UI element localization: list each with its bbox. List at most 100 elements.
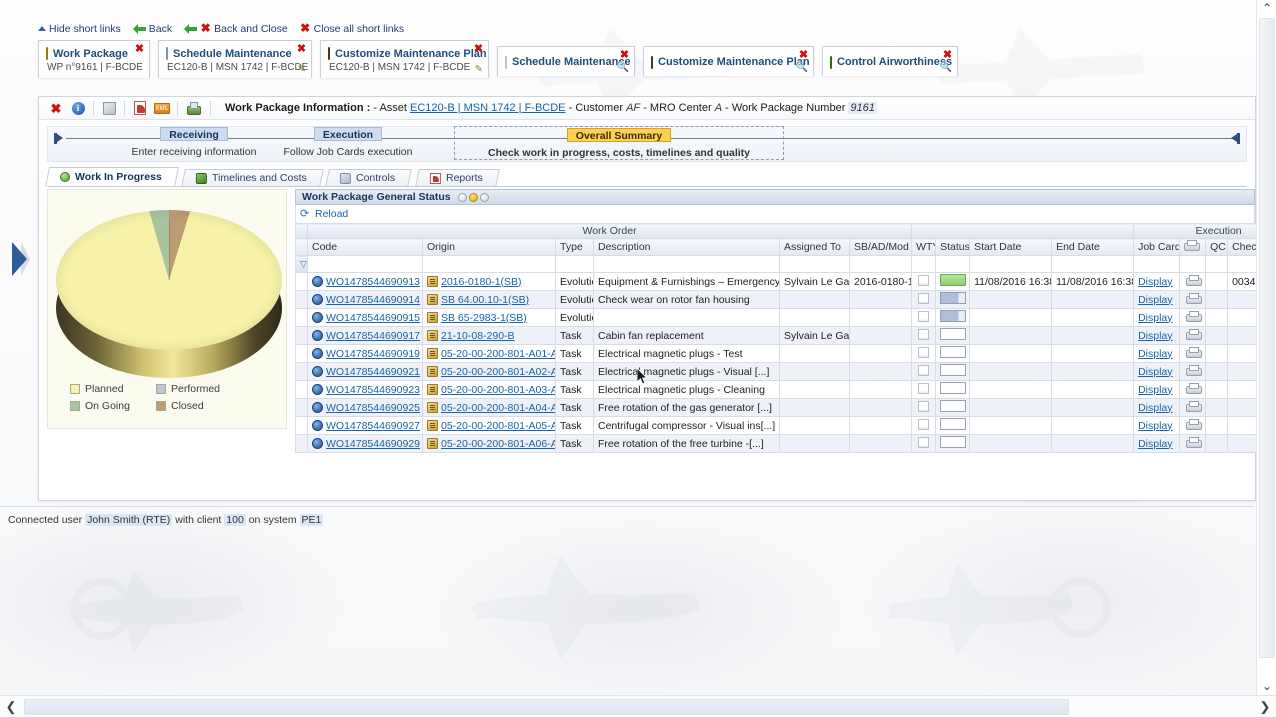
cell-code[interactable]: WO1478544690919 [307, 344, 423, 363]
tab-close-icon[interactable]: ✖ [619, 50, 630, 61]
filter-toggle[interactable]: ▽ [295, 255, 308, 273]
col-sb-ad-mod[interactable]: SB/AD/Mod [848, 238, 913, 256]
col-qc[interactable]: QC [1205, 238, 1229, 256]
work-order-code-link[interactable]: WO1478544690919 [326, 348, 420, 360]
cell-code[interactable]: WO1478544690915 [307, 308, 423, 327]
vertical-scrollbar[interactable]: ⌃ ⌄ [1256, 0, 1276, 695]
tab-search-icon[interactable]: 🔍 [796, 62, 808, 73]
display-link[interactable]: Display [1138, 366, 1172, 378]
cell-wty[interactable] [911, 308, 937, 327]
wty-checkbox[interactable] [918, 418, 930, 430]
print-icon[interactable] [1185, 418, 1202, 430]
export-xml-button[interactable]: XML [151, 99, 173, 118]
filter-print[interactable] [1179, 255, 1207, 273]
cell-wty[interactable] [911, 416, 937, 435]
tab-edit-icon[interactable]: ✎ [475, 64, 483, 75]
col-job-card[interactable]: Job Card [1133, 238, 1181, 256]
col-print[interactable] [1179, 238, 1207, 256]
filter-sb-ad-mod[interactable] [848, 255, 913, 273]
cell-origin[interactable]: 21-10-08-290-B [422, 326, 556, 345]
table-row[interactable]: WO1478544690919 05-20-00-200-801-A01-A01 T… [295, 344, 1276, 363]
cell-print[interactable] [1179, 362, 1207, 381]
filter-status[interactable] [935, 255, 971, 273]
scroll-left-button[interactable]: ❮ [0, 696, 22, 717]
origin-link[interactable]: SB 64.00.10-1(SB) [441, 294, 529, 306]
display-link[interactable]: Display [1138, 330, 1172, 342]
wty-checkbox[interactable] [918, 436, 930, 448]
work-order-code-link[interactable]: WO1478544690927 [326, 420, 420, 432]
cell-code[interactable]: WO1478544690925 [307, 398, 423, 417]
cell-job-card[interactable]: Display [1133, 416, 1181, 435]
tab-customize-maintenance-plan-2[interactable]: Customize Maintenance Plan ✖ 🔍 [643, 46, 814, 76]
cell-code[interactable]: WO1478544690917 [307, 326, 423, 345]
tab-customize-maintenance-plan-1[interactable]: Customize Maintenance Plan EC120-B | MSN… [320, 40, 489, 78]
table-row[interactable]: WO1478544690917 21-10-08-290-B Task Cabin f… [295, 326, 1276, 345]
display-link[interactable]: Display [1138, 276, 1172, 288]
reload-button[interactable]: Reload [315, 208, 348, 220]
cell-origin[interactable]: 2016-0180-1(SB) [422, 272, 556, 291]
wty-checkbox[interactable] [918, 400, 930, 412]
cell-job-card[interactable]: Display [1133, 308, 1181, 327]
tab-search-icon[interactable]: 🔍 [940, 62, 952, 73]
tab-close-icon[interactable]: ✖ [798, 50, 809, 61]
print-icon[interactable] [1185, 274, 1202, 286]
col-start-date[interactable]: Start Date [969, 238, 1053, 256]
print-icon[interactable] [1185, 292, 1202, 304]
print-group-button[interactable] [182, 99, 204, 118]
cell-print[interactable] [1179, 344, 1207, 363]
cell-print[interactable] [1179, 326, 1207, 345]
filter-job-card[interactable] [1133, 255, 1181, 273]
scroll-right-button[interactable]: ❯ [1254, 696, 1276, 717]
wty-checkbox[interactable] [918, 274, 930, 286]
tab-close-icon[interactable]: ✖ [134, 44, 145, 55]
cell-code[interactable]: WO1478544690923 [307, 380, 423, 399]
col-end-date[interactable]: End Date [1051, 238, 1135, 256]
info-button[interactable]: i [67, 99, 89, 118]
cell-origin[interactable]: SB 64.00.10-1(SB) [422, 290, 556, 309]
tab-edit-icon[interactable]: ✎ [298, 64, 306, 75]
cell-origin[interactable]: SB 65-2983-1(SB) [422, 308, 556, 327]
table-row[interactable]: WO1478544690925 05-20-00-200-801-A04-A04 T… [295, 398, 1276, 417]
cell-origin[interactable]: 05-20-00-200-801-A02-A02 [422, 362, 556, 381]
table-row[interactable]: WO1478544690929 05-20-00-200-801-A06-A06 T… [295, 434, 1276, 453]
display-link[interactable]: Display [1138, 420, 1172, 432]
print-icon[interactable] [1185, 328, 1202, 340]
filter-qc[interactable] [1205, 255, 1229, 273]
wty-checkbox[interactable] [918, 292, 930, 304]
table-row[interactable]: WO1478544690913 2016-0180-1(SB) Evolution E… [295, 272, 1276, 291]
cell-wty[interactable] [911, 380, 937, 399]
cell-wty[interactable] [911, 272, 937, 291]
short-link-close-all[interactable]: ✖ Close all short links [300, 22, 404, 35]
origin-link[interactable]: 21-10-08-290-B [441, 330, 515, 342]
wty-checkbox[interactable] [918, 310, 930, 322]
print-icon[interactable] [1185, 436, 1202, 448]
cell-code[interactable]: WO1478544690914 [307, 290, 423, 309]
tab-reports[interactable]: Reports [414, 169, 500, 187]
display-link[interactable]: Display [1138, 348, 1172, 360]
filter-wty[interactable] [911, 255, 937, 273]
origin-link[interactable]: 05-20-00-200-801-A04-A04 [441, 402, 555, 414]
cell-print[interactable] [1179, 380, 1207, 399]
cell-origin[interactable]: 05-20-00-200-801-A01-A01 [422, 344, 556, 363]
cell-origin[interactable]: 05-20-00-200-801-A04-A04 [422, 398, 556, 417]
cell-print[interactable] [1179, 308, 1207, 327]
cell-code[interactable]: WO1478544690927 [307, 416, 423, 435]
tab-close-icon[interactable]: ✖ [473, 44, 484, 55]
left-panel-expander[interactable] [8, 238, 34, 280]
horizontal-scrollbar[interactable]: ❮ ❯ [0, 695, 1276, 717]
tab-work-package[interactable]: Work Package WP n°9161 | F-BCDE ✖ [38, 40, 150, 78]
cell-job-card[interactable]: Display [1133, 380, 1181, 399]
cell-print[interactable] [1179, 272, 1207, 291]
col-type[interactable]: Type [555, 238, 594, 256]
col-wty[interactable]: WTY [911, 238, 937, 256]
horizontal-scroll-thumb[interactable] [24, 699, 1069, 715]
tab-schedule-maintenance-2[interactable]: Schedule Maintenance ✖ 🔍 [497, 46, 635, 76]
scroll-up-button[interactable]: ⌃ [1257, 0, 1276, 17]
work-order-code-link[interactable]: WO1478544690923 [326, 384, 420, 396]
col-code[interactable]: Code [307, 238, 423, 256]
origin-link[interactable]: 05-20-00-200-801-A02-A02 [441, 366, 555, 378]
cell-wty[interactable] [911, 344, 937, 363]
cell-job-card[interactable]: Display [1133, 272, 1181, 291]
print-icon[interactable] [1185, 310, 1202, 322]
flow-step-overall-summary[interactable]: Overall Summary Check work in progress, … [454, 126, 784, 160]
